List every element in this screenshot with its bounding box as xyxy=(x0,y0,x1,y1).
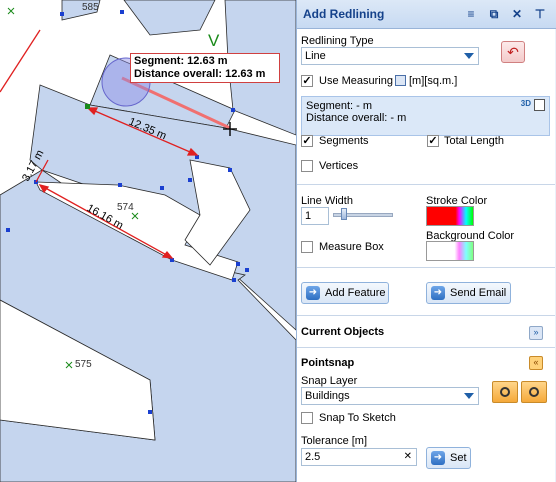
calculator-icon[interactable] xyxy=(395,75,406,86)
snap-vertex-icon xyxy=(500,387,510,397)
send-email-button[interactable]: ➜ Send Email xyxy=(426,282,511,304)
background-color-picker[interactable] xyxy=(426,241,474,261)
snap-edge-icon xyxy=(529,387,539,397)
info-distance: Distance overall: - m xyxy=(306,112,407,124)
tolerance-value: 2.5 xyxy=(305,451,321,463)
vertex[interactable] xyxy=(148,410,152,414)
measuring-units: [m][sq.m.] xyxy=(409,75,458,87)
pin-icon[interactable]: ⊤ xyxy=(533,7,547,21)
measure-box-label: Measure Box xyxy=(319,241,384,253)
chevron-down-icon xyxy=(464,393,474,399)
vertex[interactable] xyxy=(118,183,122,187)
redlining-type-label: Redlining Type xyxy=(301,35,374,47)
total-length-label: Total Length xyxy=(444,135,504,147)
info-segment: Segment: - m xyxy=(306,100,373,112)
segments-label: Segments xyxy=(319,135,369,147)
panel-title: Add Redlining xyxy=(303,7,385,21)
arrow-right-icon: ➜ xyxy=(306,286,320,300)
vertices-checkbox[interactable] xyxy=(301,160,313,172)
vertex[interactable] xyxy=(236,262,240,266)
add-feature-button[interactable]: ➜ Add Feature xyxy=(301,282,389,304)
vertex[interactable] xyxy=(120,10,124,14)
line-width-label: Line Width xyxy=(301,195,353,207)
vertices-label: Vertices xyxy=(319,160,359,172)
set-label: Set xyxy=(450,452,467,464)
marker-icon xyxy=(7,7,15,15)
redlining-type-select[interactable]: Line xyxy=(301,47,479,65)
line-width-input[interactable]: 1 xyxy=(301,207,329,225)
divider xyxy=(297,267,555,268)
start-vertex xyxy=(85,104,90,109)
panel-titlebar: Add Redlining ≡ ⧉ ✕ ⊤ xyxy=(297,0,556,29)
set-button[interactable]: ➜ Set xyxy=(426,447,471,469)
send-email-label: Send Email xyxy=(450,287,507,299)
divider xyxy=(297,347,555,348)
restore-icon[interactable]: ⧉ xyxy=(487,7,501,21)
parcel-number: 575 xyxy=(75,359,92,370)
parcel xyxy=(123,0,216,36)
snap-to-sketch-checkbox[interactable] xyxy=(301,412,313,424)
close-icon[interactable]: ✕ xyxy=(510,7,524,21)
undo-button[interactable]: ↶ xyxy=(501,41,525,63)
vertex[interactable] xyxy=(245,268,249,272)
clear-icon[interactable]: ✕ xyxy=(404,449,412,465)
vertex[interactable] xyxy=(60,12,64,16)
parcel-number: 574 xyxy=(117,202,134,213)
use-measuring-label: Use Measuring xyxy=(319,75,393,87)
expand-icon[interactable]: » xyxy=(529,326,543,340)
vertex[interactable] xyxy=(6,228,10,232)
snap-layer-value: Buildings xyxy=(305,390,350,402)
map-view[interactable]: 585 573 V 12.35 m 3.17 m 16.16 m 574 575… xyxy=(0,0,296,482)
measure-tooltip: Segment: 12.63 m Distance overall: 12.63… xyxy=(130,53,280,83)
add-feature-label: Add Feature xyxy=(325,287,386,299)
vertex[interactable] xyxy=(160,186,164,190)
snap-to-sketch-label: Snap To Sketch xyxy=(319,412,396,424)
redline xyxy=(0,29,41,93)
vertex[interactable] xyxy=(232,278,236,282)
use-measuring-checkbox[interactable]: ✓ xyxy=(301,75,313,87)
chevron-down-icon xyxy=(464,53,474,59)
undo-icon: ↶ xyxy=(507,44,519,60)
arrow-right-icon: ➜ xyxy=(431,451,445,465)
redlining-panel: Add Redlining ≡ ⧉ ✕ ⊤ Redlining Type Lin… xyxy=(296,0,556,482)
vertex[interactable] xyxy=(228,168,232,172)
current-objects-title: Current Objects xyxy=(301,326,385,338)
tooltip-segment: Segment: 12.63 m xyxy=(134,55,228,67)
vertex[interactable] xyxy=(231,108,235,112)
total-length-checkbox[interactable]: ✓ xyxy=(427,135,439,147)
snap-edge-button[interactable] xyxy=(521,381,547,403)
redlining-type-value: Line xyxy=(305,50,326,62)
tooltip-distance: Distance overall: 12.63 m xyxy=(134,68,266,80)
measure-info-box: Segment: - m Distance overall: - m 3D xyxy=(301,96,550,136)
snap-layer-label: Snap Layer xyxy=(301,375,358,387)
menu-icon[interactable]: ≡ xyxy=(464,7,478,21)
measure-box-checkbox[interactable] xyxy=(301,241,313,253)
collapse-icon[interactable]: « xyxy=(529,356,543,370)
panel-content: Redlining Type Line ↶ ✓ Use Measuring [m… xyxy=(297,29,555,482)
segments-checkbox[interactable]: ✓ xyxy=(301,135,313,147)
slider-thumb[interactable] xyxy=(341,208,347,220)
3d-icon[interactable]: 3D xyxy=(521,98,531,110)
arrow-right-icon: ➜ xyxy=(431,286,445,300)
tolerance-input[interactable]: 2.5 ✕ xyxy=(301,448,417,466)
divider xyxy=(297,184,555,185)
vertex[interactable] xyxy=(188,178,192,182)
tolerance-label: Tolerance [m] xyxy=(301,435,368,447)
stroke-color-picker[interactable] xyxy=(426,206,474,226)
parcel-number: 585 xyxy=(82,2,99,13)
divider xyxy=(297,315,555,316)
pointsnap-title: Pointsnap xyxy=(301,357,355,369)
v-label: V xyxy=(208,31,220,50)
copy-icon[interactable] xyxy=(534,99,545,111)
snap-layer-select[interactable]: Buildings xyxy=(301,387,479,405)
snap-vertex-button[interactable] xyxy=(492,381,518,403)
